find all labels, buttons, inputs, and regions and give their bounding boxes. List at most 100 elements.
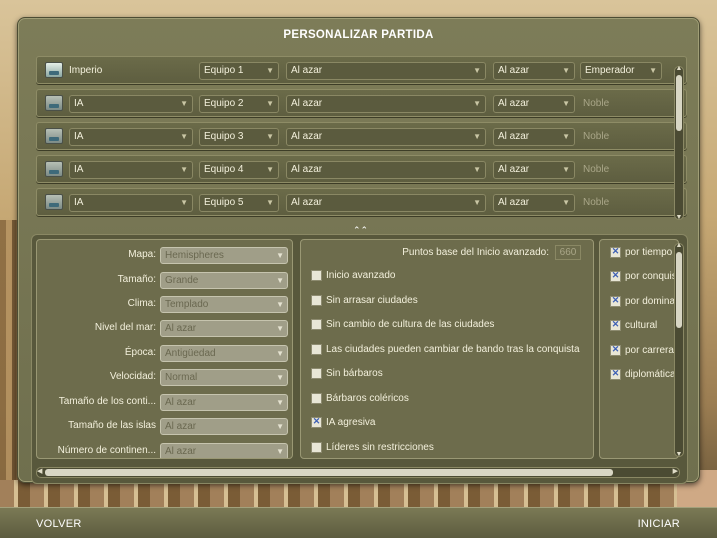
civ-select[interactable]: Al azar ▼ xyxy=(286,161,486,179)
size-select[interactable]: Grande ▼ xyxy=(160,272,288,289)
checkbox[interactable] xyxy=(311,442,322,453)
sea-level-select[interactable]: Al azar ▼ xyxy=(160,320,288,337)
player-type-icon[interactable] xyxy=(45,161,63,177)
chevron-down-icon: ▼ xyxy=(473,99,481,108)
player-type-icon[interactable] xyxy=(45,95,63,111)
checkbox[interactable] xyxy=(610,344,621,356)
civ-select[interactable]: Al azar ▼ xyxy=(286,62,486,80)
option-leaders-unrestricted[interactable]: Líderes sin restricciones xyxy=(311,442,434,458)
team-select[interactable]: Equipo 4 ▼ xyxy=(199,161,279,179)
difficulty-select[interactable]: Emperador ▼ xyxy=(580,62,662,80)
scroll-down-icon: ▼ xyxy=(675,451,683,458)
player-type-icon[interactable] xyxy=(45,194,63,210)
player-type-select[interactable]: IA ▼ xyxy=(69,194,193,212)
player-type-icon[interactable] xyxy=(45,128,63,144)
map-select[interactable]: Hemispheres ▼ xyxy=(160,247,288,264)
advanced-start-label: Puntos base del Inicio avanzado: xyxy=(402,247,549,259)
victory-cultural[interactable]: cultural xyxy=(610,319,657,331)
chevron-down-icon: ▼ xyxy=(276,349,284,358)
scrollbar-thumb xyxy=(45,469,613,476)
victory-time[interactable]: por tiempo xyxy=(610,246,672,258)
map-setting-row: Tamaño de los conti... Al azar ▼ xyxy=(37,393,292,413)
option-no-city-razing[interactable]: Sin arrasar ciudades xyxy=(311,295,418,311)
scroll-down-icon: ▼ xyxy=(675,214,683,221)
checkbox[interactable] xyxy=(610,270,621,282)
settings-scrollbar[interactable]: ▲ ▼ xyxy=(674,242,684,458)
leader-select[interactable]: Al azar ▼ xyxy=(493,62,575,80)
advanced-start-points-input[interactable]: 660 xyxy=(555,245,581,260)
player-type-select[interactable]: IA ▼ xyxy=(69,161,193,179)
era-select[interactable]: Antigüedad ▼ xyxy=(160,345,288,362)
victory-domination[interactable]: por dominación xyxy=(610,295,678,307)
map-setting-row: Nivel del mar: Al azar ▼ xyxy=(37,319,292,339)
victory-diplomatic[interactable]: diplomática xyxy=(610,368,676,380)
setting-label: Tamaño: xyxy=(117,274,156,285)
player-row: Imperio Equipo 1 ▼ Al azar ▼ Al azar ▼ Empe… xyxy=(36,56,687,84)
game-options-panel: Puntos base del Inicio avanzado: 660 Inic… xyxy=(300,239,594,459)
chevron-down-icon: ▼ xyxy=(276,251,284,260)
chevron-down-icon: ▼ xyxy=(276,300,284,309)
option-aggressive-ai[interactable]: IA agresiva xyxy=(311,416,375,433)
victory-space-race[interactable]: por carrera espacial xyxy=(610,344,678,356)
leader-select[interactable]: Al azar ▼ xyxy=(493,161,575,179)
leader-select[interactable]: Al azar ▼ xyxy=(493,95,575,113)
checkbox[interactable] xyxy=(311,270,322,281)
map-setting-row: Tamaño: Grande ▼ xyxy=(37,271,292,291)
checkbox[interactable] xyxy=(610,295,621,307)
scroll-up-icon: ▲ xyxy=(675,65,683,72)
background-cityscape xyxy=(0,480,717,510)
victory-conquest[interactable]: por conquista xyxy=(610,270,678,282)
chevron-down-icon: ▼ xyxy=(276,422,284,431)
civ-select[interactable]: Al azar ▼ xyxy=(286,128,486,146)
option-no-barbarians[interactable]: Sin bárbaros xyxy=(311,368,383,384)
checkbox[interactable] xyxy=(311,416,322,428)
option-no-city-flipping[interactable]: Sin cambio de cultura de las ciudades xyxy=(311,319,494,335)
leader-select[interactable]: Al azar ▼ xyxy=(493,128,575,146)
continent-count-select[interactable]: Al azar ▼ xyxy=(160,443,288,458)
checkbox[interactable] xyxy=(610,368,621,380)
option-flip-after-conquest[interactable]: Las ciudades pueden cambiar de bando tra… xyxy=(311,344,580,360)
checkbox[interactable] xyxy=(311,344,322,355)
team-select[interactable]: Equipo 1 ▼ xyxy=(199,62,279,80)
map-setting-row: Velocidad: Normal ▼ xyxy=(37,368,292,388)
checkbox[interactable] xyxy=(610,319,621,331)
civ-select[interactable]: Al azar ▼ xyxy=(286,194,486,212)
climate-select[interactable]: Templado ▼ xyxy=(160,296,288,313)
chevron-down-icon: ▼ xyxy=(266,165,274,174)
chevron-down-icon: ▼ xyxy=(649,66,657,75)
checkbox[interactable] xyxy=(610,246,621,258)
settings-horizontal-scrollbar[interactable]: ◀ ▶ xyxy=(36,467,680,478)
back-button[interactable]: VOLVER xyxy=(36,518,82,530)
player-type-select[interactable]: IA ▼ xyxy=(69,95,193,113)
player-type-select[interactable]: IA ▼ xyxy=(69,128,193,146)
player-list-scrollbar[interactable]: ▲ ▼ xyxy=(674,65,684,221)
speed-select[interactable]: Normal ▼ xyxy=(160,369,288,386)
chevron-down-icon: ▼ xyxy=(180,165,188,174)
advanced-start-points: Puntos base del Inicio avanzado: 660 xyxy=(402,245,581,260)
option-raging-barbarians[interactable]: Bárbaros coléricos xyxy=(311,393,409,409)
option-advanced-start[interactable]: Inicio avanzado xyxy=(311,270,396,286)
chevron-down-icon: ▼ xyxy=(180,99,188,108)
start-button[interactable]: INICIAR xyxy=(638,518,680,530)
checkbox[interactable] xyxy=(311,295,322,306)
checkbox[interactable] xyxy=(311,393,322,404)
chevron-down-icon: ▼ xyxy=(562,99,570,108)
chevron-down-icon: ▼ xyxy=(180,132,188,141)
scroll-up-icon: ▲ xyxy=(675,242,683,249)
checkbox[interactable] xyxy=(311,319,322,330)
player-type-icon[interactable] xyxy=(45,62,63,78)
checkbox[interactable] xyxy=(311,368,322,379)
setting-label: Época: xyxy=(124,347,156,358)
scroll-right-icon: ▶ xyxy=(672,468,678,475)
team-select[interactable]: Equipo 3 ▼ xyxy=(199,128,279,146)
continent-size-select[interactable]: Al azar ▼ xyxy=(160,394,288,411)
civ-select[interactable]: Al azar ▼ xyxy=(286,95,486,113)
chevron-down-icon: ▼ xyxy=(473,66,481,75)
chevron-down-icon: ▼ xyxy=(180,198,188,207)
team-select[interactable]: Equipo 5 ▼ xyxy=(199,194,279,212)
difficulty-label: Noble xyxy=(583,131,610,142)
leader-select[interactable]: Al azar ▼ xyxy=(493,194,575,212)
island-size-select[interactable]: Al azar ▼ xyxy=(160,418,288,435)
team-select[interactable]: Equipo 2 ▼ xyxy=(199,95,279,113)
player-row: IA ▼ Equipo 2 ▼ Al azar ▼ Al azar ▼ Noble xyxy=(36,89,687,117)
